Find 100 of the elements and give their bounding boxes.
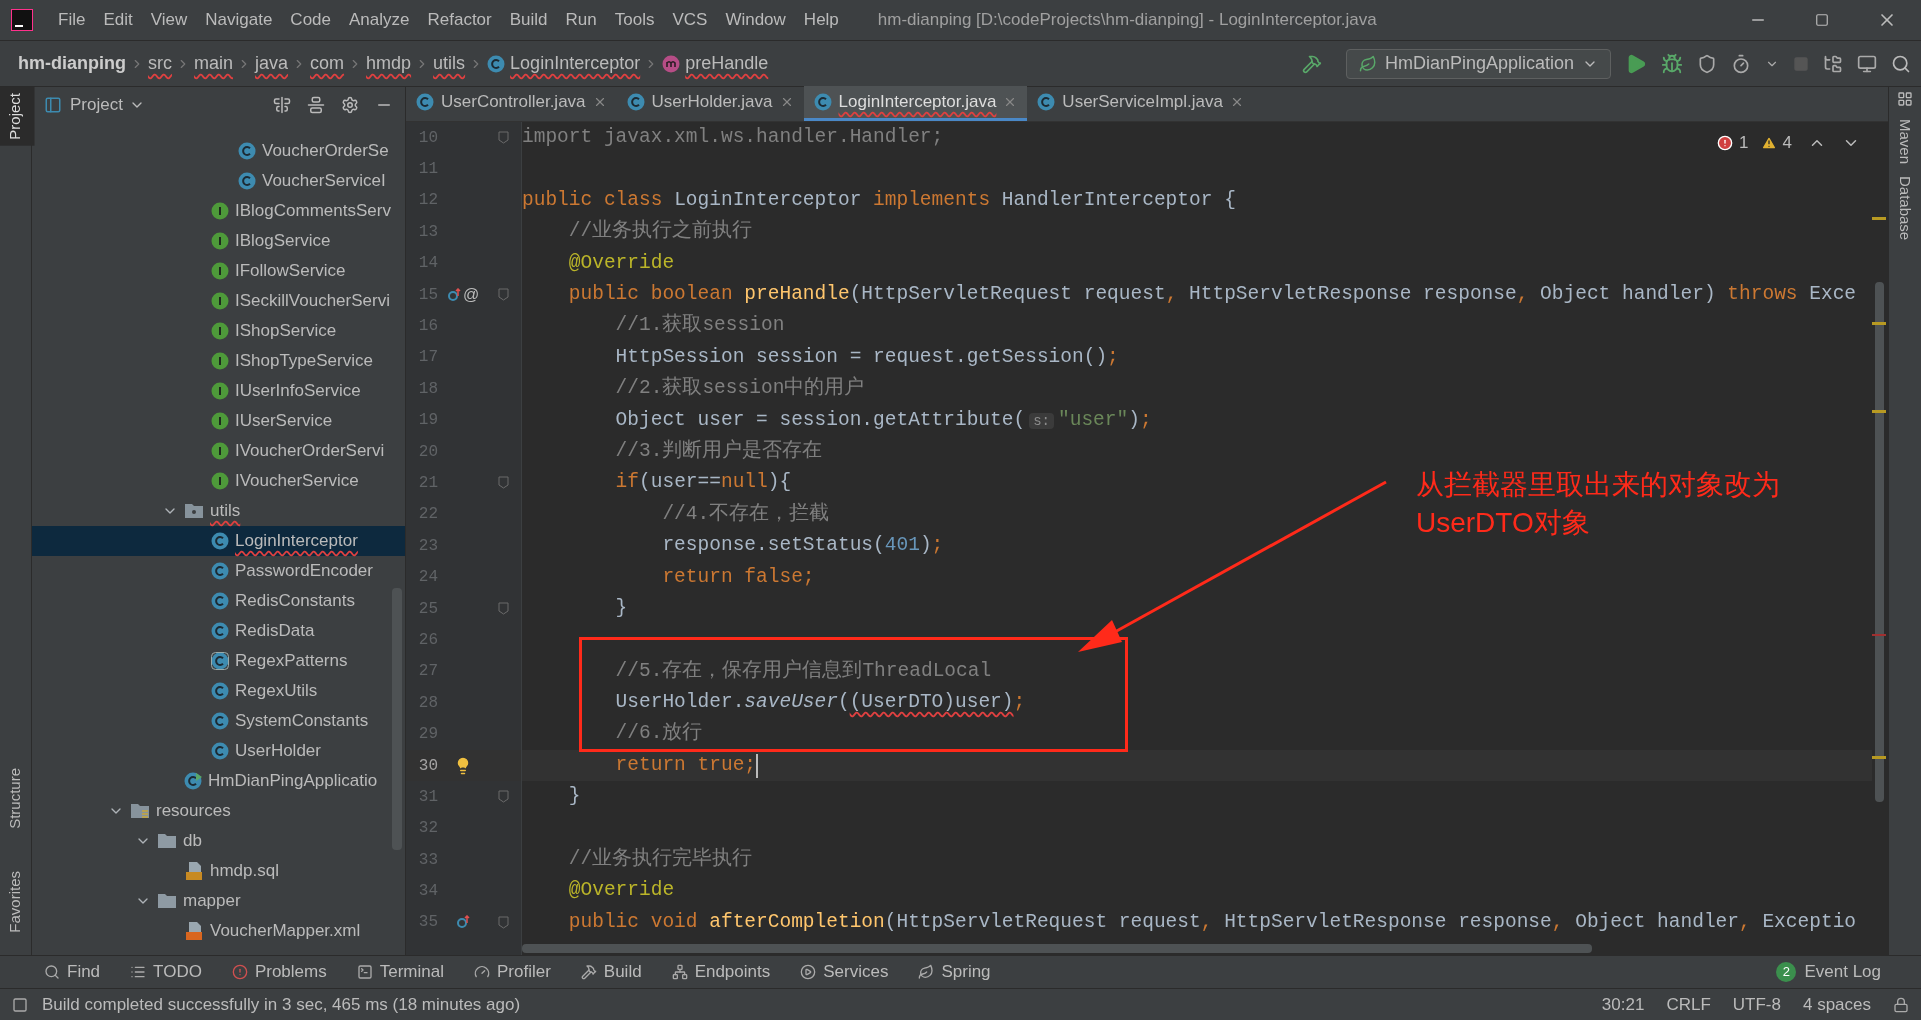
tree-item[interactable]: ISeckillVoucherServi (32, 286, 405, 316)
project-structure-icon[interactable] (1823, 53, 1843, 74)
tree-item[interactable]: VoucherServiceI (32, 166, 405, 196)
menu-item[interactable]: Refactor (418, 7, 501, 33)
maven-icon[interactable] (1897, 91, 1913, 107)
tool-window-button[interactable]: Endpoints (671, 959, 771, 985)
menu-item[interactable]: Build (500, 7, 557, 33)
tree-item[interactable]: IShopTypeService (32, 346, 405, 376)
menu-item[interactable]: Edit (94, 7, 142, 33)
tool-window-button[interactable]: Build (580, 959, 642, 985)
tree-item[interactable]: resources (32, 796, 405, 826)
debug-icon[interactable] (1661, 52, 1683, 75)
menu-item[interactable]: File (49, 7, 95, 33)
menu-item[interactable]: Navigate (196, 7, 282, 33)
caret-position[interactable]: 30:21 (1601, 991, 1645, 1018)
tree-item[interactable]: VoucherMapper.xml (32, 916, 405, 946)
editor-tab[interactable]: UserHolder.java (616, 86, 804, 121)
tool-window-tab[interactable]: Favorites (0, 865, 35, 939)
tree-item[interactable]: SystemConstants (32, 706, 405, 736)
menu-item[interactable]: View (141, 7, 197, 33)
fold-icon[interactable] (497, 131, 509, 145)
run-config-dropdown[interactable]: HmDianPingApplication (1345, 48, 1611, 79)
tree-item[interactable]: VoucherOrderSe (32, 136, 405, 166)
fold-icon[interactable] (497, 602, 509, 616)
fold-icon[interactable] (497, 476, 509, 490)
tree-item[interactable]: IShopService (32, 316, 405, 346)
tree-item[interactable]: IVoucherService (32, 466, 405, 496)
breadcrumb-item[interactable]: src (148, 50, 172, 77)
breadcrumb-item[interactable]: hm-dianping (18, 50, 126, 77)
warning-count[interactable]: 4 (1782, 130, 1792, 156)
tool-windows-icon[interactable] (12, 996, 28, 1013)
file-encoding[interactable]: UTF-8 (1732, 991, 1781, 1018)
profile-icon[interactable] (1731, 53, 1751, 74)
tool-window-button[interactable]: Terminal (356, 959, 444, 985)
tree-item[interactable]: IVoucherOrderServi (32, 436, 405, 466)
search-icon[interactable] (1891, 53, 1911, 74)
breadcrumb-item[interactable]: java (255, 50, 289, 77)
breadcrumb-item[interactable]: preHandle (685, 50, 769, 77)
editor-tab[interactable]: UserController.java (406, 86, 617, 121)
tree-item[interactable]: db (32, 826, 405, 856)
breadcrumb-item[interactable]: LoginInterceptor (510, 50, 641, 77)
expand-all-icon[interactable] (273, 95, 291, 114)
menu-item[interactable]: Help (794, 7, 848, 33)
tree-item[interactable]: IBlogService (32, 226, 405, 256)
editor-tab[interactable]: UserServiceImpl.java (1027, 86, 1254, 121)
menu-item[interactable]: Analyze (340, 7, 419, 33)
tool-window-button[interactable]: Problems (231, 959, 327, 985)
tree-item[interactable]: IBlogCommentsServ (32, 196, 405, 226)
fold-icon[interactable] (497, 915, 509, 929)
tree-item[interactable]: RegexUtils (32, 676, 405, 706)
tree-item[interactable]: hmdp.sql (32, 856, 405, 886)
tree-item[interactable]: RedisConstants (32, 586, 405, 616)
event-log-button[interactable]: 2 Event Log (1776, 959, 1881, 985)
menu-item[interactable]: Tools (605, 7, 664, 33)
menu-item[interactable]: Window (716, 7, 795, 33)
tool-window-button[interactable]: Profiler (473, 959, 551, 985)
error-count[interactable]: 1 (1739, 130, 1749, 156)
tool-window-tab[interactable]: Maven (1893, 119, 1917, 165)
hammer-icon[interactable] (1301, 53, 1322, 74)
tool-window-button[interactable]: Spring (918, 959, 991, 985)
fold-icon[interactable] (497, 790, 509, 804)
tree-item[interactable]: RedisData (32, 616, 405, 646)
tree-item[interactable]: RegexPatterns (32, 646, 405, 676)
window-icon[interactable] (1857, 53, 1877, 74)
tool-window-tab[interactable]: Project (0, 87, 35, 146)
tool-window-button[interactable]: TODO (130, 959, 202, 985)
breadcrumb-item[interactable]: hmdp (366, 50, 412, 77)
tool-window-button[interactable]: Find (44, 959, 101, 985)
override-icon[interactable] (456, 915, 470, 930)
override-icon[interactable] (446, 287, 461, 302)
gutter-marker[interactable]: @ (462, 282, 480, 307)
tool-window-tab[interactable]: Database (1893, 176, 1917, 241)
breadcrumb-item[interactable]: com (310, 50, 345, 77)
tree-item[interactable]: LoginInterceptor (32, 526, 405, 556)
tree-item[interactable]: PasswordEncoder (32, 556, 405, 586)
tree-item[interactable]: utils (32, 496, 405, 526)
scrollbar[interactable] (1875, 282, 1884, 802)
tree-item[interactable]: mapper (32, 886, 405, 916)
breadcrumb-item[interactable]: utils (433, 50, 466, 77)
line-separator[interactable]: CRLF (1666, 991, 1711, 1018)
indent-setting[interactable]: 4 spaces (1802, 991, 1871, 1018)
tree-item[interactable]: UserHolder (32, 736, 405, 766)
fold-icon[interactable] (497, 288, 509, 302)
horizontal-scrollbar[interactable] (522, 944, 1592, 953)
tool-window-button[interactable]: Services (800, 959, 889, 985)
breadcrumb-item[interactable]: main (194, 50, 233, 77)
tree-item[interactable]: IUserService (32, 406, 405, 436)
lock-icon[interactable] (1893, 996, 1909, 1013)
menu-item[interactable]: VCS (663, 7, 717, 33)
collapse-all-icon[interactable] (307, 95, 325, 114)
settings-icon[interactable] (341, 95, 359, 114)
menu-item[interactable]: Code (281, 7, 340, 33)
panel-title[interactable]: Project (70, 91, 123, 118)
tree-item[interactable]: IUserInfoService (32, 376, 405, 406)
tree-item[interactable]: HmDianPingApplicatio (32, 766, 405, 796)
tool-window-tab[interactable]: Structure (0, 762, 35, 836)
restore-icon[interactable] (1815, 13, 1829, 27)
editor-tab[interactable]: LoginInterceptor.java (803, 86, 1028, 121)
menu-item[interactable]: Run (556, 7, 606, 33)
coverage-icon[interactable] (1697, 53, 1717, 74)
